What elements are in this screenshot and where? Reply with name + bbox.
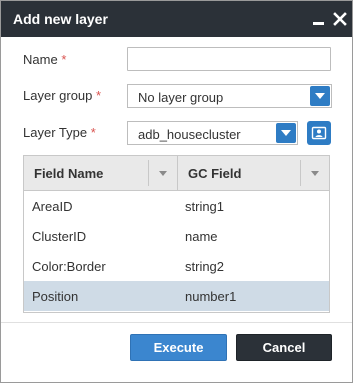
table-row[interactable]: AreaID string1 — [24, 191, 329, 221]
dialog-titlebar[interactable]: Add new layer — [1, 1, 352, 37]
column-header-label: Field Name — [34, 166, 104, 181]
add-layer-dialog: Add new layer Name * Layer group * No la… — [0, 0, 353, 383]
field-name-cell: AreaID — [32, 199, 73, 214]
layer-group-label: Layer group * — [23, 88, 101, 103]
required-mark: * — [61, 52, 67, 67]
layer-group-value: No layer group — [138, 90, 224, 105]
column-header-gc-field[interactable]: GC Field — [178, 156, 329, 190]
name-label-text: Name — [23, 52, 58, 67]
field-mapping-grid: Field Name GC Field AreaID string1 Clust — [23, 155, 330, 313]
column-menu-icon[interactable] — [308, 166, 322, 180]
layer-type-label: Layer Type * — [23, 125, 96, 140]
field-name-cell: Color:Border — [32, 259, 106, 274]
layer-type-value: adb_housecluster — [138, 127, 241, 142]
table-row[interactable]: ClusterID name — [24, 221, 329, 251]
layer-type-select[interactable]: adb_housecluster — [127, 121, 298, 145]
layer-group-label-text: Layer group — [23, 88, 93, 103]
gc-field-cell: string2 — [185, 259, 225, 274]
cancel-button[interactable]: Cancel — [236, 334, 332, 361]
contact-card-icon — [311, 126, 327, 140]
required-mark: * — [96, 88, 102, 103]
column-divider — [148, 160, 149, 186]
gc-field-cell: name — [185, 229, 218, 244]
execute-button[interactable]: Execute — [130, 334, 227, 361]
grid-body: AreaID string1 ClusterID name Color:Bord… — [24, 191, 329, 311]
footer-divider — [1, 322, 352, 323]
table-row-selected[interactable]: Position number1 — [24, 281, 329, 311]
column-header-label: GC Field — [188, 166, 242, 181]
field-name-cell: Position — [32, 289, 79, 304]
layer-group-dropdown-button[interactable] — [310, 86, 330, 106]
layer-type-dropdown-button[interactable] — [276, 123, 296, 143]
field-name-cell: ClusterID — [32, 229, 87, 244]
chevron-down-icon — [281, 130, 291, 136]
layer-type-label-text: Layer Type — [23, 125, 88, 140]
required-mark: * — [90, 125, 96, 140]
gc-field-cell: string1 — [185, 199, 225, 214]
column-menu-icon[interactable] — [156, 166, 170, 180]
layer-type-details-button[interactable] — [307, 121, 331, 145]
column-header-field-name[interactable]: Field Name — [24, 156, 178, 190]
name-input[interactable] — [127, 47, 331, 71]
grid-header: Field Name GC Field — [24, 156, 329, 191]
close-icon[interactable] — [332, 11, 348, 27]
table-row[interactable]: Color:Border string2 — [24, 251, 329, 281]
minimize-icon[interactable] — [311, 11, 327, 27]
column-divider — [300, 160, 301, 186]
layer-group-select[interactable]: No layer group — [127, 84, 332, 108]
name-label: Name * — [23, 52, 66, 67]
gc-field-cell: number1 — [185, 289, 237, 304]
dialog-title: Add new layer — [13, 11, 108, 27]
chevron-down-icon — [315, 93, 325, 99]
